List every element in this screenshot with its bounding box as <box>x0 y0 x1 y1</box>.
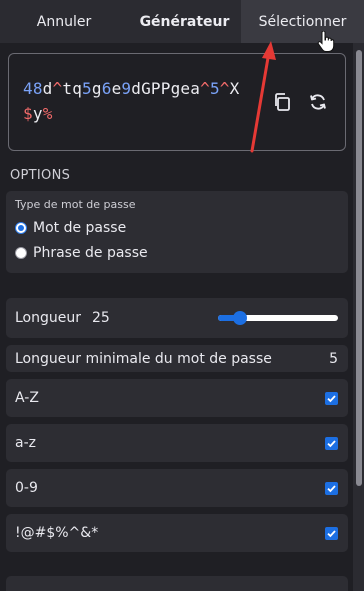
digits-row: 0-9 <box>6 469 348 507</box>
radio-passphrase[interactable]: Phrase de passe <box>15 245 148 261</box>
length-row: Longueur 25 <box>6 298 348 338</box>
radio-password[interactable]: Mot de passe <box>15 220 126 236</box>
password-type-card: Type de mot de passe Mot de passe Phrase… <box>6 191 348 273</box>
lowercase-row: a-z <box>6 424 348 462</box>
radio-button-checked[interactable] <box>15 222 27 234</box>
special-chars-label: !@#$%^&* <box>15 525 99 541</box>
uppercase-checkbox[interactable] <box>325 391 338 405</box>
lowercase-checkbox[interactable] <box>325 436 338 450</box>
uppercase-label: A-Z <box>15 390 39 406</box>
digits-checkbox[interactable] <box>325 481 338 495</box>
hand-pointer-icon <box>317 31 335 52</box>
special-chars-checkbox[interactable] <box>325 526 338 540</box>
radio-button[interactable] <box>15 247 27 259</box>
next-option-row <box>6 576 348 591</box>
radio-passphrase-label: Phrase de passe <box>33 245 148 261</box>
min-length-row: Longueur minimale du mot de passe 5 <box>6 345 348 372</box>
length-slider[interactable] <box>218 311 338 325</box>
length-value: 25 <box>92 310 110 326</box>
min-length-value[interactable]: 5 <box>329 351 338 367</box>
length-label: Longueur <box>15 310 81 326</box>
digits-label: 0-9 <box>15 480 38 496</box>
slider-thumb[interactable] <box>232 311 247 325</box>
radio-password-label: Mot de passe <box>33 220 127 236</box>
uppercase-row: A-Z <box>6 379 348 417</box>
min-length-label: Longueur minimale du mot de passe <box>15 350 272 367</box>
special-chars-row: !@#$%^&* <box>6 514 348 552</box>
annotation-arrow-icon <box>250 41 276 153</box>
lowercase-label: a-z <box>15 435 36 451</box>
